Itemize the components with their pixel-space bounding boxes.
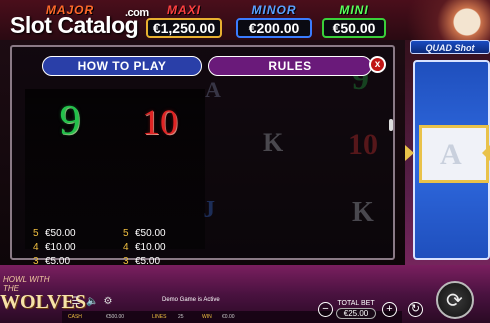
bet-decrease-button[interactable]: − — [318, 302, 333, 317]
symbol-nine: 9 — [59, 98, 81, 144]
tab-rules[interactable]: RULES — [208, 56, 372, 76]
bet-increase-button[interactable]: + — [382, 302, 397, 317]
tab-how-to-play[interactable]: HOW TO PLAY — [42, 56, 202, 76]
total-bet-label: TOTAL BET — [337, 300, 375, 307]
payout-amount: €50.00 — [45, 228, 76, 239]
jackpot-minor: MINOR €200.00 — [236, 3, 312, 38]
payout-row: 5 €50.00 — [33, 227, 76, 241]
spin-icon: ⟳ — [446, 290, 463, 312]
spin-button[interactable]: ⟳ — [436, 281, 474, 319]
scrollbar-thumb[interactable] — [389, 119, 393, 131]
jackpot-mini-title: MINI — [339, 3, 369, 17]
quad-shot-logo: QUAD Shot — [410, 40, 490, 54]
payout-amount: €10.00 — [45, 242, 76, 253]
jackpot-maxi-value: €1,250.00 — [146, 18, 222, 38]
quad-shot-panel: QUAD Shot A — [405, 40, 490, 265]
payout-row: 4 €10.00 — [33, 241, 76, 255]
payout-count: 5 — [33, 228, 39, 239]
jackpot-minor-value: €200.00 — [236, 18, 312, 38]
watermark-text: Slot Catalog — [10, 12, 139, 38]
autoplay-button[interactable]: ↻ — [408, 302, 423, 317]
payout-list: 5 €50.00 4 €10.00 3 €5.00 — [123, 227, 166, 269]
quad-shot-frame: A — [419, 125, 489, 183]
demo-status: Demo Game is Active — [162, 297, 220, 303]
menu-icon[interactable]: ☰ — [70, 296, 82, 308]
payout-count: 4 — [33, 242, 39, 253]
cash-value: €500.00 — [106, 314, 125, 320]
payout-count: 4 — [123, 242, 129, 253]
watermark-suffix: .com — [125, 7, 149, 19]
win-value: €0.00 — [222, 314, 235, 320]
quad-shot-reel: A — [413, 60, 490, 260]
lines-label: LINES — [152, 314, 167, 320]
quad-arrow-left-icon — [405, 145, 414, 161]
paytable-card-10: 10 5 €50.00 4 €10.00 3 €5.00 — [115, 89, 205, 267]
jackpot-mini: MINI €50.00 — [322, 3, 386, 38]
lines-value: 25 — [178, 314, 184, 320]
total-bet: TOTAL BET €25.00 — [336, 300, 376, 319]
speaker-icon[interactable]: 🔈 — [86, 296, 98, 308]
wolf-moon-art — [405, 0, 490, 40]
paytable-overlay: HOW TO PLAY RULES x 9 5 €50.00 4 €10.00 3 €… — [10, 45, 395, 267]
jackpot-maxi-title: MAXI — [167, 3, 201, 17]
quad-arrow-right-icon — [482, 145, 490, 161]
symbol-ten: 10 — [142, 102, 178, 142]
jackpot-bar: MAJOR MAXI €1,250.00 MINOR €200.00 MINI … — [0, 0, 490, 40]
quad-shot-symbol: A — [440, 138, 462, 171]
payout-list: 5 €50.00 4 €10.00 3 €5.00 — [33, 227, 76, 269]
jackpot-mini-value: €50.00 — [322, 18, 386, 38]
total-bet-value: €25.00 — [336, 308, 376, 319]
cash-label: CASH — [68, 314, 82, 320]
payout-count: 5 — [123, 228, 129, 239]
payout-row: 4 €10.00 — [123, 241, 166, 255]
paytable-card-9: 9 5 €50.00 4 €10.00 3 €5.00 — [25, 89, 115, 267]
gear-icon[interactable]: ⚙ — [102, 296, 114, 308]
jackpot-maxi: MAXI €1,250.00 — [146, 3, 222, 38]
watermark: Slot Catalog .com — [10, 7, 149, 39]
payout-row: 5 €50.00 — [123, 227, 166, 241]
payout-amount: €10.00 — [135, 242, 166, 253]
close-button[interactable]: x — [369, 56, 386, 73]
win-label: WIN — [202, 314, 212, 320]
jackpot-minor-title: MINOR — [251, 3, 297, 17]
payout-amount: €50.00 — [135, 228, 166, 239]
game-logo: HOWL WITH THE WOLVES — [0, 275, 86, 323]
